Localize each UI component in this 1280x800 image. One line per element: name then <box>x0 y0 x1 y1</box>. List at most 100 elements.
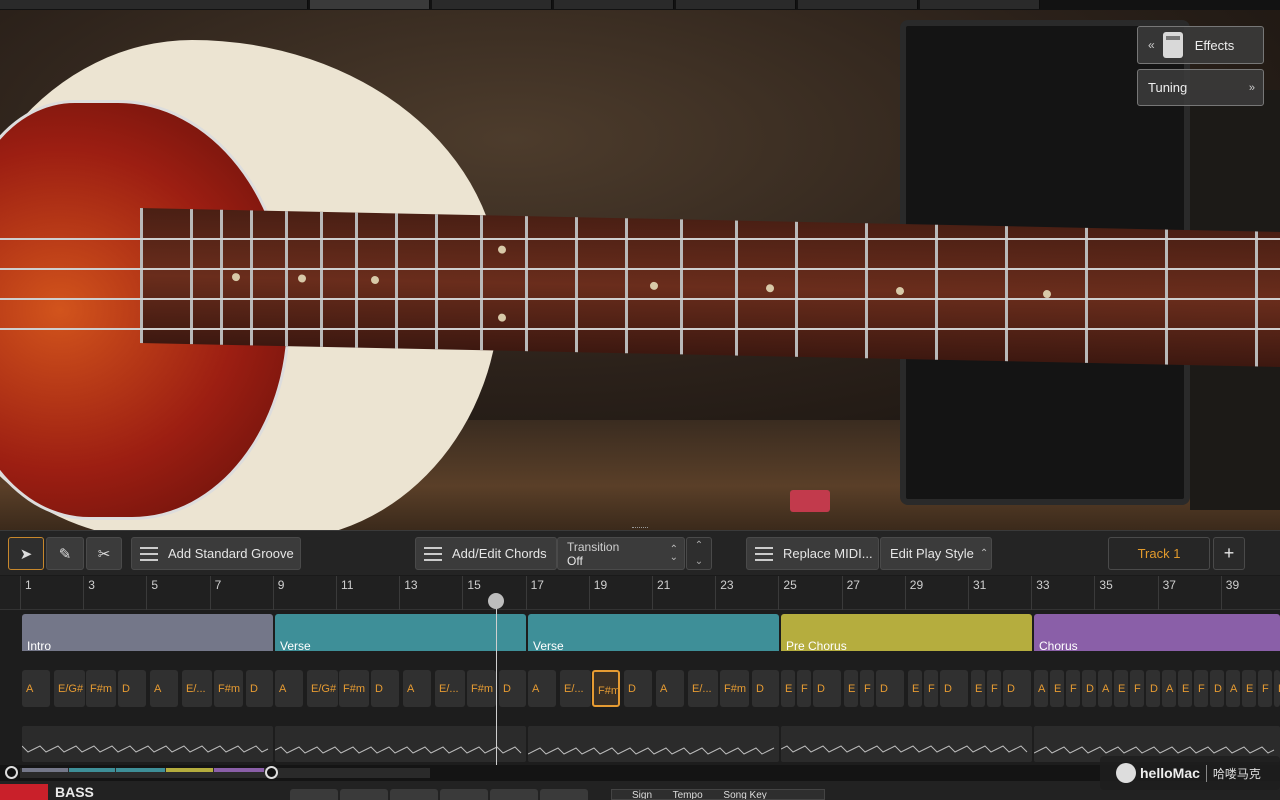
chord-block[interactable]: F <box>1194 670 1208 707</box>
song-info-panel[interactable]: Sign Tempo Song Key <box>611 789 825 800</box>
top-tab[interactable] <box>798 0 918 9</box>
tuning-dropdown[interactable]: Tuning » <box>1137 69 1264 106</box>
chord-block[interactable]: D <box>624 670 652 707</box>
chord-block[interactable]: D <box>371 670 399 707</box>
chord-block[interactable]: F <box>924 670 938 707</box>
top-tab[interactable] <box>920 0 1040 9</box>
section-block[interactable]: Verse <box>275 614 526 652</box>
top-tab[interactable] <box>432 0 552 9</box>
top-tab[interactable] <box>310 0 430 9</box>
overview-end-handle[interactable] <box>265 766 278 779</box>
chord-block[interactable]: E <box>908 670 922 707</box>
chord-block[interactable]: F <box>987 670 1001 707</box>
ruler-bar-number: 13 <box>404 578 418 592</box>
groove-clip[interactable] <box>22 726 273 762</box>
add-edit-chords-button[interactable]: Add/Edit Chords <box>415 537 557 570</box>
chord-block[interactable]: D <box>499 670 526 707</box>
bass-fretboard[interactable] <box>140 208 1280 367</box>
transition-dropdown[interactable]: Transition Off ⌃ ⌄ <box>557 537 685 570</box>
chord-block[interactable]: E/... <box>688 670 718 707</box>
chord-block[interactable]: D <box>1082 670 1096 707</box>
chord-block[interactable]: D <box>752 670 779 707</box>
transition-stepper[interactable]: ⌃ ⌄ <box>686 537 712 570</box>
chord-block[interactable]: D <box>1146 670 1160 707</box>
ruler-bar-number: 11 <box>341 578 354 592</box>
bottom-tab[interactable] <box>490 789 538 800</box>
chord-block[interactable]: D <box>246 670 273 707</box>
chord-block[interactable]: D <box>1003 670 1031 707</box>
chord-block[interactable]: A <box>656 670 684 707</box>
chord-block[interactable]: D <box>813 670 841 707</box>
section-block[interactable]: Pre Chorus <box>781 614 1032 652</box>
step-down-icon[interactable]: ⌄ <box>695 556 703 567</box>
chord-block[interactable]: D <box>118 670 146 707</box>
chord-block[interactable]: E <box>1114 670 1128 707</box>
bottom-tab[interactable] <box>290 789 338 800</box>
chord-block[interactable]: E <box>971 670 985 707</box>
chord-block[interactable]: F <box>1130 670 1144 707</box>
bar-ruler[interactable]: 1 3 5 7 9 11 13 15 17 19 21 23 25 27 29 31 33 35 37 39 <box>0 576 1280 610</box>
bottom-tab[interactable] <box>390 789 438 800</box>
groove-clip[interactable] <box>275 726 526 762</box>
chord-block[interactable]: A <box>150 670 178 707</box>
playhead-handle[interactable] <box>488 593 504 609</box>
chord-block[interactable]: A <box>275 670 303 707</box>
chord-block[interactable]: F <box>1066 670 1080 707</box>
top-tab[interactable] <box>676 0 796 9</box>
edit-play-style-button[interactable]: Edit Play Style ⌃ <box>880 537 992 570</box>
replace-midi-button[interactable]: Replace MIDI... <box>746 537 879 570</box>
overview-start-handle[interactable] <box>5 766 18 779</box>
chord-block[interactable]: E <box>844 670 858 707</box>
chord-block[interactable]: A <box>1098 670 1112 707</box>
chord-block[interactable]: E/... <box>435 670 465 707</box>
track-tab[interactable]: Track 1 <box>1108 537 1210 570</box>
chord-block[interactable]: A <box>1226 670 1240 707</box>
chord-block[interactable]: D <box>876 670 904 707</box>
groove-clip[interactable] <box>781 726 1032 762</box>
chord-block[interactable]: A <box>22 670 50 707</box>
chord-block[interactable]: A <box>528 670 556 707</box>
step-up-icon[interactable]: ⌃ <box>695 540 703 551</box>
chord-block[interactable]: F#m <box>339 670 369 707</box>
chord-block[interactable]: F#m <box>86 670 116 707</box>
chord-block[interactable]: A <box>1162 670 1176 707</box>
chord-block[interactable]: A <box>1034 670 1048 707</box>
chord-block[interactable]: D <box>940 670 968 707</box>
add-standard-groove-button[interactable]: Add Standard Groove <box>131 537 301 570</box>
section-block[interactable]: Chorus <box>1034 614 1280 652</box>
arrangement-overview[interactable] <box>0 765 1280 781</box>
chord-block[interactable]: E <box>1242 670 1256 707</box>
chord-block[interactable]: F <box>860 670 874 707</box>
chord-block[interactable]: D <box>1274 670 1280 707</box>
chord-block[interactable]: F <box>1258 670 1272 707</box>
top-tab[interactable] <box>0 0 308 9</box>
chord-block[interactable]: E/... <box>560 670 591 707</box>
chord-block[interactable]: E/G# <box>54 670 85 707</box>
chord-block[interactable]: F#m <box>214 670 243 707</box>
chord-block[interactable]: F#m <box>720 670 749 707</box>
add-track-button[interactable]: + <box>1213 537 1245 570</box>
chord-block[interactable]: F#m <box>467 670 496 707</box>
chord-block[interactable]: A <box>403 670 431 707</box>
effects-button[interactable]: « Effects <box>1137 26 1264 64</box>
chord-block[interactable]: D <box>1210 670 1224 707</box>
section-block[interactable]: Intro <box>22 614 273 652</box>
pencil-tool-button[interactable]: ✎ <box>46 537 84 570</box>
chord-block[interactable]: E <box>1178 670 1192 707</box>
arrangement-lanes[interactable]: Intro Verse Verse Pre Chorus Chorus A E/G# F#m D… <box>0 610 1280 765</box>
chord-block[interactable]: E <box>781 670 795 707</box>
bottom-tab[interactable] <box>540 789 588 800</box>
cut-tool-button[interactable]: ✂ <box>86 537 122 570</box>
bottom-tab[interactable] <box>440 789 488 800</box>
chord-block[interactable]: F <box>797 670 811 707</box>
select-tool-button[interactable]: ➤ <box>8 537 44 570</box>
groove-clip[interactable] <box>528 726 779 762</box>
section-block[interactable]: Verse <box>528 614 779 652</box>
chord-block[interactable]: E/G# <box>307 670 338 707</box>
app-window: « Effects Tuning » ➤ ✎ ✂ Add Standard Gr… <box>0 0 1280 800</box>
chord-block[interactable]: E <box>1050 670 1064 707</box>
bottom-tab[interactable] <box>340 789 388 800</box>
top-tab[interactable] <box>554 0 674 9</box>
chord-block[interactable]: F#m <box>592 670 620 707</box>
chord-block[interactable]: E/... <box>182 670 212 707</box>
